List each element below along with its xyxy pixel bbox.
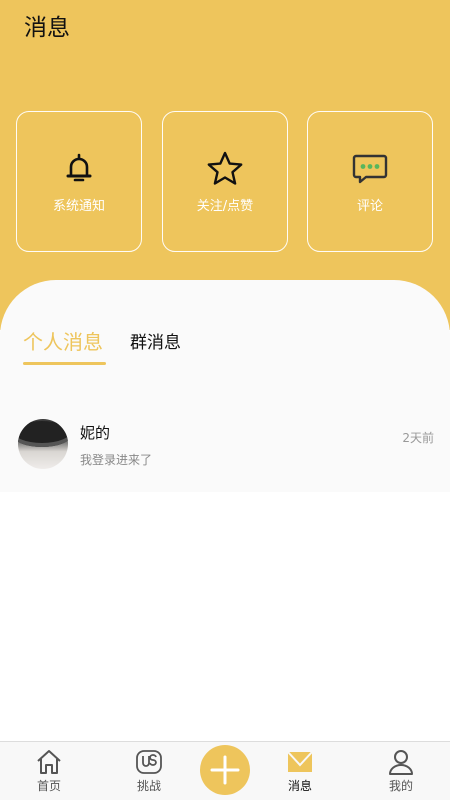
nav-challenge[interactable]: 挑战 xyxy=(104,742,194,800)
plus-icon xyxy=(210,755,240,785)
sender-name: 妮的 xyxy=(80,424,111,442)
nav-messages[interactable]: 消息 xyxy=(255,742,345,800)
follow-like-card[interactable]: 关注/点赞 xyxy=(162,111,288,252)
bell-icon xyxy=(66,153,92,182)
list-item[interactable]: 妮的 我登录进来了 2天前 xyxy=(0,412,450,482)
comment-label: 评论 xyxy=(356,199,383,214)
message-time: 2天前 xyxy=(402,431,434,445)
comment-card[interactable]: 评论 xyxy=(307,111,433,252)
nav-messages-label: 消息 xyxy=(287,779,312,793)
follow-like-label: 关注/点赞 xyxy=(196,199,254,214)
add-button[interactable] xyxy=(200,745,250,795)
home-icon xyxy=(37,750,61,774)
nav-challenge-label: 挑战 xyxy=(136,779,161,793)
mail-icon xyxy=(287,751,313,772)
star-icon xyxy=(207,151,243,185)
avatar xyxy=(18,419,68,469)
nav-me[interactable]: 我的 xyxy=(356,742,446,800)
system-notice-card[interactable]: 系统通知 xyxy=(16,111,142,252)
system-notice-label: 系统通知 xyxy=(52,199,105,214)
tab-personal-messages[interactable]: 个人消息 xyxy=(23,329,103,355)
challenge-icon xyxy=(136,750,162,774)
message-preview: 我登录进来了 xyxy=(80,453,153,467)
nav-home-label: 首页 xyxy=(36,779,61,793)
user-icon xyxy=(389,750,413,775)
nav-me-label: 我的 xyxy=(388,779,413,793)
nav-home[interactable]: 首页 xyxy=(4,742,94,800)
tab-group-messages[interactable]: 群消息 xyxy=(130,331,181,355)
active-tab-indicator xyxy=(23,362,106,365)
page-title: 消息 xyxy=(24,15,70,41)
comment-icon xyxy=(352,154,388,184)
